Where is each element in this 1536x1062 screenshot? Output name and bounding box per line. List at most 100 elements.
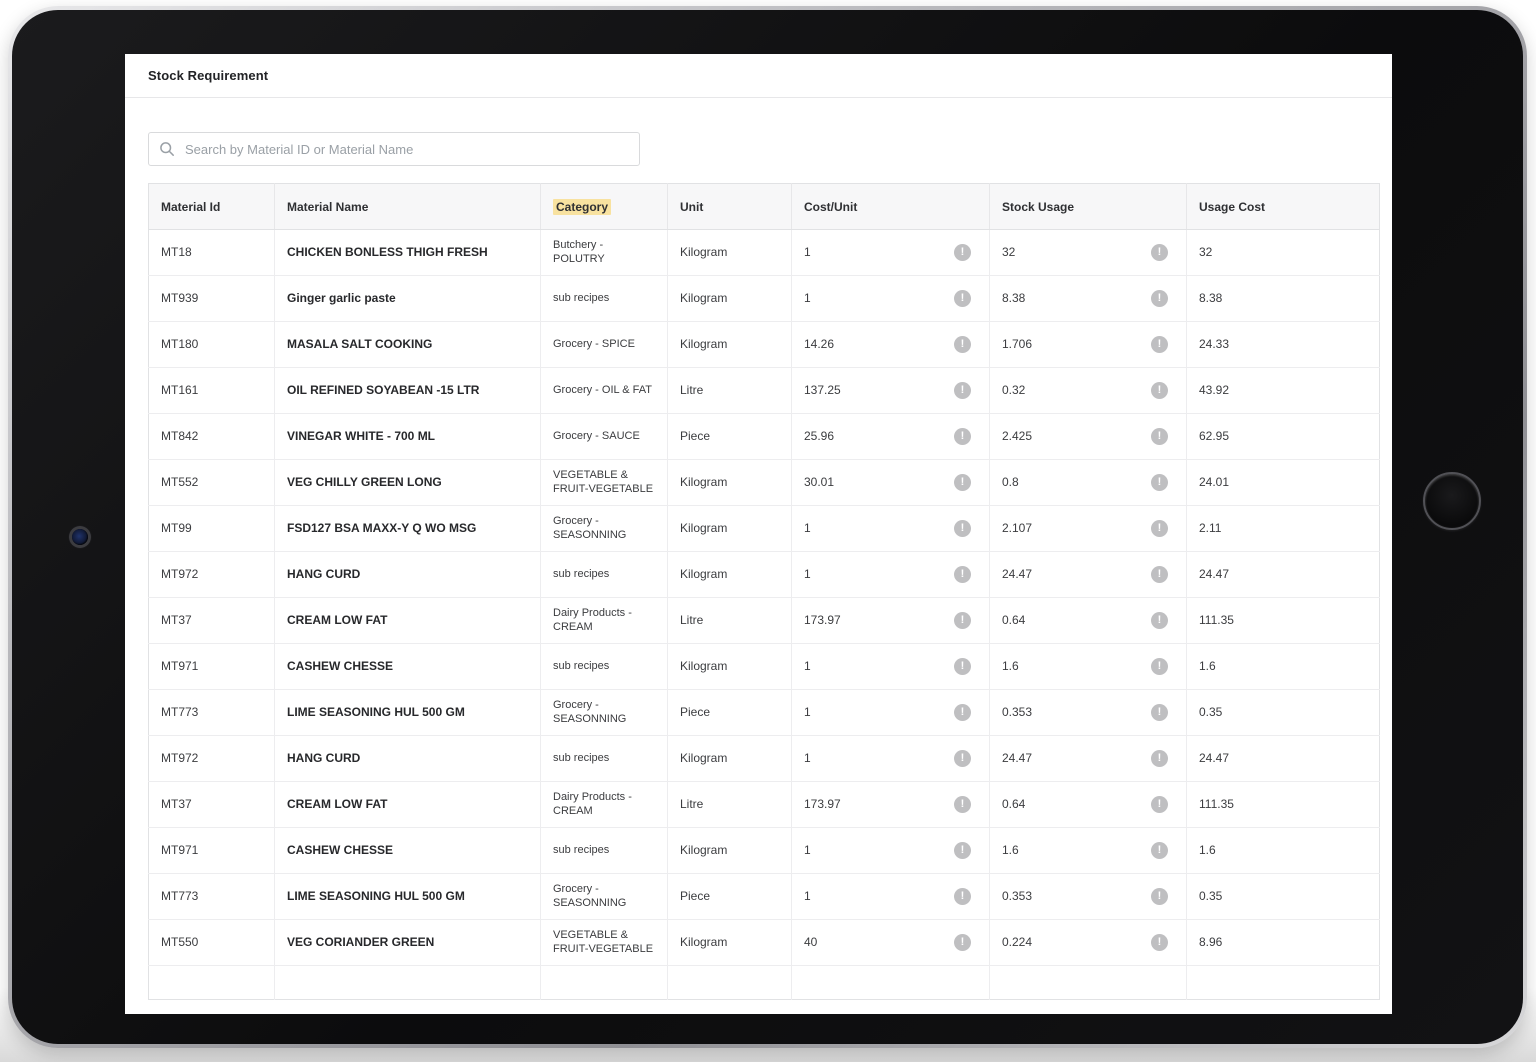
table-row: MT939 Ginger garlic paste sub recipes Ki… (149, 276, 1380, 322)
info-icon[interactable]: ! (1151, 474, 1168, 491)
info-icon[interactable]: ! (1151, 888, 1168, 905)
usage-cost-cell: 0.35 (1187, 874, 1380, 920)
material-name-cell: CASHEW CHESSE (275, 828, 541, 874)
stock-usage-cell: 0.64 ! (990, 598, 1187, 644)
table-row: MT842 VINEGAR WHITE - 700 ML Grocery - S… (149, 414, 1380, 460)
category-cell: sub recipes (541, 828, 668, 874)
stock-usage-value: 0.32 (1002, 383, 1025, 398)
stock-usage-cell: 0.353 ! (990, 690, 1187, 736)
stock-usage-value: 2.425 (1002, 429, 1032, 444)
stock-usage-cell: 8.38 ! (990, 276, 1187, 322)
usage-cost-cell: 32 (1187, 230, 1380, 276)
info-icon[interactable]: ! (954, 428, 971, 445)
cost-unit-cell: 1 ! (792, 690, 990, 736)
cost-unit-value: 30.01 (804, 475, 834, 490)
info-icon[interactable]: ! (1151, 658, 1168, 675)
info-icon[interactable]: ! (954, 612, 971, 629)
main-content: Material Id Material Name Category Unit … (125, 98, 1392, 1000)
info-icon[interactable]: ! (1151, 520, 1168, 537)
info-icon[interactable]: ! (954, 796, 971, 813)
material-name-cell: CASHEW CHESSE (275, 644, 541, 690)
info-icon[interactable]: ! (1151, 290, 1168, 307)
info-icon[interactable]: ! (954, 474, 971, 491)
column-header-unit: Unit (668, 184, 792, 230)
material-name-cell: VINEGAR WHITE - 700 ML (275, 414, 541, 460)
info-icon[interactable]: ! (1151, 566, 1168, 583)
cost-unit-value: 1 (804, 291, 811, 306)
cost-unit-cell: 1 ! (792, 552, 990, 598)
info-icon[interactable]: ! (1151, 244, 1168, 261)
stock-usage-value: 0.224 (1002, 935, 1032, 950)
material-name-cell: Ginger garlic paste (275, 276, 541, 322)
usage-cost-cell: 1.6 (1187, 644, 1380, 690)
info-icon[interactable]: ! (1151, 428, 1168, 445)
usage-cost-cell: 24.47 (1187, 736, 1380, 782)
info-icon[interactable]: ! (954, 244, 971, 261)
category-cell: VEGETABLE & FRUIT-VEGETABLE (541, 920, 668, 966)
material-name-cell: OIL REFINED SOYABEAN -15 LTR (275, 368, 541, 414)
info-icon[interactable]: ! (954, 750, 971, 767)
material-id-cell: MT552 (149, 460, 275, 506)
cost-unit-cell: 1 ! (792, 874, 990, 920)
table-row: MT161 OIL REFINED SOYABEAN -15 LTR Groce… (149, 368, 1380, 414)
category-cell: Grocery - SAUCE (541, 414, 668, 460)
table-row: MT37 CREAM LOW FAT Dairy Products - CREA… (149, 782, 1380, 828)
usage-cost-cell: 0.35 (1187, 690, 1380, 736)
info-icon[interactable]: ! (1151, 934, 1168, 951)
stock-usage-cell: 0.64 ! (990, 782, 1187, 828)
material-id-cell: MT37 (149, 598, 275, 644)
table-row: MT972 HANG CURD sub recipes Kilogram 1 !… (149, 552, 1380, 598)
stock-usage-cell: 0.224 ! (990, 920, 1187, 966)
info-icon[interactable]: ! (1151, 842, 1168, 859)
info-icon[interactable]: ! (1151, 796, 1168, 813)
info-icon[interactable]: ! (954, 658, 971, 675)
info-icon[interactable]: ! (954, 566, 971, 583)
material-name-cell: HANG CURD (275, 736, 541, 782)
info-icon[interactable]: ! (954, 888, 971, 905)
stock-usage-value: 2.107 (1002, 521, 1032, 536)
info-icon[interactable]: ! (954, 520, 971, 537)
table-row: MT99 FSD127 BSA MAXX-Y Q WO MSG Grocery … (149, 506, 1380, 552)
info-icon[interactable]: ! (954, 842, 971, 859)
category-cell: sub recipes (541, 276, 668, 322)
table-row: MT972 HANG CURD sub recipes Kilogram 1 !… (149, 736, 1380, 782)
material-name-cell: MASALA SALT COOKING (275, 322, 541, 368)
material-id-cell: MT972 (149, 552, 275, 598)
home-button[interactable] (1423, 472, 1481, 530)
unit-cell: Kilogram (668, 276, 792, 322)
search-input[interactable] (185, 142, 629, 157)
cost-unit-value: 25.96 (804, 429, 834, 444)
unit-cell: Piece (668, 874, 792, 920)
cost-unit-cell: 40 ! (792, 920, 990, 966)
info-icon[interactable]: ! (1151, 382, 1168, 399)
usage-cost-cell: 43.92 (1187, 368, 1380, 414)
material-id-cell: MT971 (149, 828, 275, 874)
search-box[interactable] (148, 132, 640, 166)
category-cell: Grocery - OIL & FAT (541, 368, 668, 414)
info-icon[interactable]: ! (1151, 612, 1168, 629)
category-cell: Dairy Products - CREAM (541, 598, 668, 644)
column-header-material-id: Material Id (149, 184, 275, 230)
category-cell: Grocery - SEASONNING (541, 874, 668, 920)
info-icon[interactable]: ! (954, 934, 971, 951)
table-row: MT552 VEG CHILLY GREEN LONG VEGETABLE & … (149, 460, 1380, 506)
unit-cell: Piece (668, 414, 792, 460)
info-icon[interactable]: ! (954, 290, 971, 307)
cost-unit-value: 173.97 (804, 613, 841, 628)
category-cell: Grocery - SEASONNING (541, 506, 668, 552)
table-row-partial (149, 966, 1380, 1000)
info-icon[interactable]: ! (954, 704, 971, 721)
material-name-cell: CREAM LOW FAT (275, 598, 541, 644)
info-icon[interactable]: ! (1151, 750, 1168, 767)
info-icon[interactable]: ! (1151, 336, 1168, 353)
stock-usage-value: 0.64 (1002, 613, 1025, 628)
info-icon[interactable]: ! (954, 336, 971, 353)
category-cell: VEGETABLE & FRUIT-VEGETABLE (541, 460, 668, 506)
cost-unit-value: 1 (804, 521, 811, 536)
front-camera-icon (72, 529, 88, 545)
info-icon[interactable]: ! (1151, 704, 1168, 721)
unit-cell: Kilogram (668, 736, 792, 782)
info-icon[interactable]: ! (954, 382, 971, 399)
material-id-cell: MT550 (149, 920, 275, 966)
material-name-cell: LIME SEASONING HUL 500 GM (275, 690, 541, 736)
